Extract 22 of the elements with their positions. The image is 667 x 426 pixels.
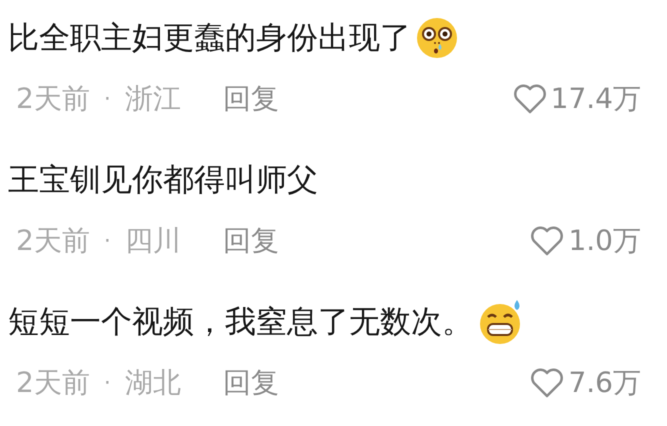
- like-count: 17.4万: [550, 81, 641, 117]
- reply-link[interactable]: 回复: [222, 362, 279, 404]
- comment-text: 比全职主妇更蠢的身份出现了: [8, 18, 411, 58]
- separator-dot: ·: [104, 86, 111, 114]
- comment-text: 短短一个视频，我窒息了无数次。: [8, 302, 473, 342]
- heart-icon[interactable]: [530, 368, 564, 398]
- heart-icon[interactable]: [512, 84, 547, 114]
- comment-location: 浙江: [124, 81, 181, 117]
- reply-link[interactable]: 回复: [222, 220, 279, 262]
- like-count: 7.6万: [568, 365, 641, 401]
- heart-icon[interactable]: [530, 226, 564, 256]
- comment-location: 四川: [124, 223, 181, 259]
- comment-time: 2天前: [16, 365, 90, 401]
- reply-link[interactable]: 回复: [222, 78, 279, 120]
- shocked-face-icon: [415, 16, 459, 60]
- comment-time: 2天前: [16, 81, 90, 117]
- comment-text: 王宝钏见你都得叫师父: [8, 160, 318, 200]
- separator-dot: ·: [104, 370, 111, 398]
- separator-dot: ·: [104, 228, 111, 256]
- comment-location: 湖北: [124, 365, 181, 401]
- like-count: 1.0万: [568, 223, 641, 259]
- comment-time: 2天前: [16, 223, 90, 259]
